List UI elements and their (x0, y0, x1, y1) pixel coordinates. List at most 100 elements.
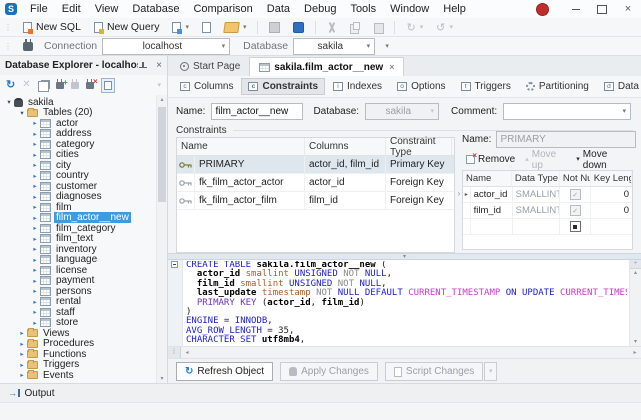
checkbox-checked-icon[interactable]: ✓ (569, 205, 581, 216)
subtab-indexes[interactable]: i Indexes (326, 78, 389, 95)
tree-item-category[interactable]: ▸ category (0, 139, 157, 150)
key-notnull-cell[interactable]: ✓ (560, 203, 591, 218)
key-notnull-cell[interactable] (560, 219, 591, 234)
connection-select[interactable]: localhost ▾ (102, 37, 231, 55)
chevron-right-icon[interactable]: ▸ (30, 277, 40, 285)
chevron-right-icon[interactable]: ▸ (30, 151, 40, 159)
constraint-row-fk_film_actor_actor[interactable]: fk_film_actor_actor actor_id Foreign Key (177, 174, 454, 192)
subtab-partitioning[interactable]: Partitioning (519, 78, 596, 95)
properties-icon[interactable] (100, 77, 115, 93)
connect-icon[interactable] (70, 79, 79, 89)
constraint-row-primary[interactable]: PRIMARY actor_id, film_id Primary Key (177, 156, 454, 174)
undo-button[interactable]: ↻ ▾ (402, 20, 427, 35)
key-column-row-actor_id[interactable]: ▸ actor_id SMALLINT ✓ 0 (463, 187, 632, 203)
tree-item-diagnoses[interactable]: ▸ diagnoses (0, 191, 157, 202)
checkbox-indeterminate-icon[interactable] (569, 221, 581, 232)
chevron-right-icon[interactable]: ▸ (30, 214, 40, 222)
editor-vertical-scrollbar[interactable]: ÷ ▴ ▾ (629, 260, 641, 346)
menu-item-debug[interactable]: Debug (297, 0, 343, 18)
chevron-right-icon[interactable]: ▸ (30, 172, 40, 180)
constraint-name-cell[interactable]: fk_film_actor_actor (195, 174, 305, 191)
key-length-cell[interactable]: 0 (591, 203, 632, 218)
chevron-down-icon[interactable]: ▾ (17, 109, 27, 117)
tree-item-store[interactable]: ▸ store (0, 317, 157, 328)
menu-item-comparison[interactable]: Comparison (186, 0, 259, 18)
tab-start-page[interactable]: Start Page (171, 57, 249, 76)
refresh-object-button[interactable]: ↻ Refresh Object (176, 362, 274, 381)
subtab-options[interactable]: o Options (390, 78, 452, 95)
constraint-type-cell[interactable]: Foreign Key (386, 174, 452, 191)
key-name-cell[interactable]: actor_id (471, 187, 513, 202)
database-history-dropdown[interactable]: ▾ (380, 38, 394, 55)
constraint-row-fk_film_actor_film[interactable]: fk_film_actor_film film_id Foreign Key (177, 192, 454, 210)
new-query-button[interactable]: New Query (90, 20, 164, 34)
scroll-right-icon[interactable]: ▸ (629, 349, 641, 356)
chevron-right-icon[interactable]: ▸ (17, 371, 27, 379)
chevron-right-icon[interactable]: ▸ (30, 130, 40, 138)
menu-item-help[interactable]: Help (436, 0, 473, 18)
key-datatype-cell[interactable] (513, 219, 561, 234)
menu-item-data[interactable]: Data (260, 0, 297, 18)
column-header-key-length[interactable]: Key Length (591, 171, 632, 186)
remove-button[interactable]: Remove (462, 151, 519, 166)
chevron-right-icon[interactable]: ▸ (17, 329, 27, 337)
tree-item-film[interactable]: ▸ film (0, 202, 157, 213)
chevron-right-icon[interactable]: ▸ (30, 256, 40, 264)
chevron-right-icon[interactable]: ▸ (30, 140, 40, 148)
open-file-button[interactable]: ▾ (220, 21, 251, 34)
subtab-data[interactable]: d Data (597, 78, 641, 95)
account-avatar[interactable] (536, 2, 549, 16)
chevron-right-icon[interactable]: ▸ (30, 319, 40, 327)
menu-item-file[interactable]: File (23, 0, 55, 18)
key-name-cell[interactable]: film_id (471, 203, 513, 218)
menu-item-window[interactable]: Window (383, 0, 436, 18)
tree-item-license[interactable]: ▸ license (0, 265, 157, 276)
menu-item-edit[interactable]: Edit (55, 0, 88, 18)
new-connection-icon[interactable]: + (55, 78, 68, 89)
tree-item-film_text[interactable]: ▸ film_text (0, 233, 157, 244)
pin-icon[interactable] (138, 61, 148, 71)
toolbar-grip-icon[interactable]: ⋮ (2, 42, 14, 51)
duplicate-icon[interactable] (37, 80, 49, 92)
key-column-row-film_id[interactable]: film_id SMALLINT ✓ 0 (463, 203, 632, 219)
tree-item-language[interactable]: ▸ language (0, 254, 157, 265)
tree-item-rental[interactable]: ▸ rental (0, 296, 157, 307)
tree-item-customer[interactable]: ▸ customer (0, 181, 157, 192)
key-datatype-cell[interactable]: SMALLINT (513, 203, 561, 218)
tree-item-staff[interactable]: ▸ staff (0, 307, 157, 318)
chevron-right-icon[interactable]: ▸ (30, 193, 40, 201)
column-header-not-null[interactable]: Not Null (560, 171, 591, 186)
scroll-down-icon[interactable]: ▾ (630, 338, 641, 345)
chevron-right-icon[interactable]: ▸ (30, 119, 40, 127)
tree-item-payment[interactable]: ▸ payment (0, 275, 157, 286)
fold-marker-icon[interactable] (171, 261, 178, 268)
sql-code[interactable]: CREATE TABLE sakila.film_actor__new ( ac… (186, 261, 627, 346)
disconnect-icon[interactable]: × (85, 77, 98, 89)
tree-item-city[interactable]: ▸ city (0, 160, 157, 171)
save-all-button[interactable] (289, 21, 308, 34)
database-combo[interactable]: sakila ▾ (365, 102, 440, 120)
key-length-cell[interactable] (591, 219, 632, 234)
tree-item-film_category[interactable]: ▸ film_category (0, 223, 157, 234)
output-bar[interactable]: → Output (0, 383, 641, 402)
scrollbar-thumb[interactable] (158, 107, 166, 202)
scroll-up-icon[interactable]: ▴ (157, 96, 167, 103)
cut-button[interactable] (323, 21, 341, 34)
maximize-button[interactable] (589, 0, 615, 18)
chevron-right-icon[interactable]: ▸ (30, 308, 40, 316)
database-select[interactable]: sakila ▾ (293, 37, 376, 55)
tree-item-procedures[interactable]: ▸ Procedures (0, 338, 157, 349)
tree-item-tables-20-[interactable]: ▾ Tables (20) (0, 107, 157, 118)
menu-item-view[interactable]: View (88, 0, 126, 18)
new-document-button[interactable]: ▾ (168, 21, 193, 34)
constraint-type-cell[interactable]: Primary Key (386, 156, 452, 173)
tree-item-triggers[interactable]: ▸ Triggers (0, 359, 157, 370)
delete-icon[interactable]: ✕ (22, 80, 30, 90)
tree-item-actor[interactable]: ▸ actor (0, 118, 157, 129)
new-connection-button[interactable] (198, 21, 215, 34)
column-header-name[interactable]: Name (463, 171, 512, 186)
column-header-data-type[interactable]: Data Type (512, 171, 560, 186)
chevron-down-icon[interactable]: ▾ (157, 82, 161, 89)
tree-item-views[interactable]: ▸ Views (0, 328, 157, 339)
paste-button[interactable] (369, 21, 387, 34)
